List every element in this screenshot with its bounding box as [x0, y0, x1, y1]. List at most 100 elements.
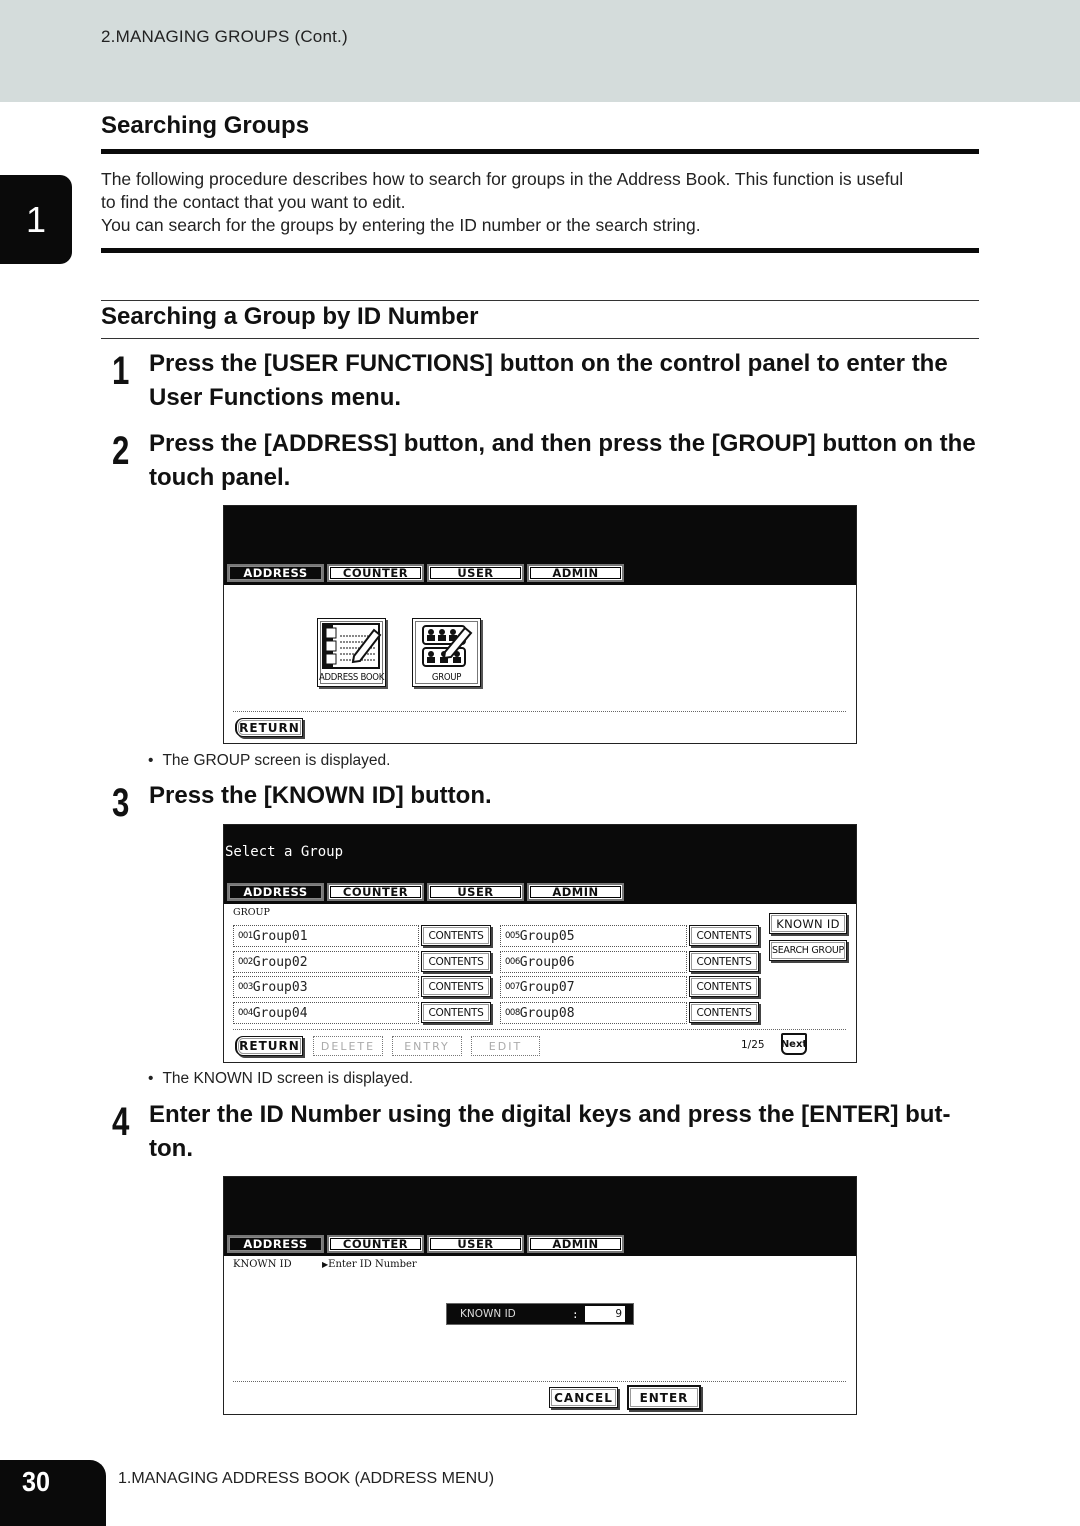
subsection-rule-bottom	[101, 338, 979, 339]
group-icon	[422, 625, 473, 667]
contents-button[interactable]: CONTENTS	[421, 976, 491, 997]
subsection-rule-top	[101, 300, 979, 301]
tab-bar: ADDRESS COUNTER USER ADMIN	[227, 564, 624, 582]
section-intro: The following procedure describes how to…	[101, 168, 981, 237]
group-id: 005	[505, 931, 520, 941]
step-text: Press the [USER FUNCTIONS] button on the…	[149, 350, 948, 411]
footer-chapter-title: 1.MANAGING ADDRESS BOOK (ADDRESS MENU)	[118, 1470, 495, 1487]
address-book-button[interactable]: ADDRESS BOOK	[317, 618, 386, 687]
note-known-id-screen: • The KNOWN ID screen is displayed.	[148, 1070, 414, 1087]
known-id-field[interactable]: KNOWN ID : 9	[446, 1303, 634, 1325]
prompt: ▶Enter ID Number	[322, 1259, 417, 1270]
known-id-field-label: KNOWN ID	[460, 1308, 516, 1320]
address-book-label: ADDRESS BOOK	[318, 672, 385, 683]
group-id: 002	[238, 957, 253, 967]
step-number: 2	[112, 429, 130, 473]
group-name: Group03	[252, 979, 308, 995]
step-text: Enter the ID Number using the digital ke…	[149, 1101, 951, 1162]
touch-screen-group-list: Select a Group ADDRESS COUNTER USER ADMI…	[223, 824, 857, 1063]
search-group-button[interactable]: SEARCH GROUP	[769, 940, 847, 961]
group-row[interactable]: 002 Group02	[233, 951, 419, 973]
group-id: 007	[505, 982, 520, 992]
step-text: Press the [KNOWN ID] button.	[149, 782, 492, 809]
known-id-screen-label: KNOWN ID	[233, 1259, 292, 1270]
group-label: GROUP	[431, 672, 462, 683]
next-page-button[interactable]: Next	[781, 1033, 807, 1055]
divider	[233, 1381, 846, 1382]
note-group-screen: • The GROUP screen is displayed.	[148, 752, 391, 769]
edit-button[interactable]: EDIT	[471, 1036, 540, 1056]
group-name: Group07	[519, 979, 575, 995]
group-row[interactable]: 008 Group08	[500, 1002, 687, 1024]
note-text: The KNOWN ID screen is displayed.	[162, 1070, 414, 1087]
contents-button[interactable]: CONTENTS	[421, 951, 491, 972]
group-id: 003	[238, 982, 253, 992]
tab-admin[interactable]: ADMIN	[527, 564, 624, 582]
known-id-button[interactable]: KNOWN ID	[769, 913, 847, 934]
group-row[interactable]: 006 Group06	[500, 951, 687, 973]
tab-bar: ADDRESS COUNTER USER ADMIN	[227, 1235, 624, 1253]
group-name: Group05	[519, 928, 575, 944]
group-button[interactable]: GROUP	[412, 618, 481, 687]
contents-button[interactable]: CONTENTS	[421, 925, 491, 946]
intro-line: The following procedure describes how to…	[101, 169, 904, 189]
return-button[interactable]: RETURN	[235, 718, 303, 737]
page-indicator: 1/25	[741, 1039, 765, 1051]
enter-button[interactable]: ENTER	[627, 1385, 701, 1410]
touch-screen-known-id: ADDRESS COUNTER USER ADMIN KNOWN ID ▶Ent…	[223, 1176, 857, 1415]
prompt-text: Enter ID Number	[328, 1259, 417, 1270]
entry-button[interactable]: ENTRY	[392, 1036, 462, 1056]
footer-tab	[0, 1460, 106, 1526]
running-title: 2.MANAGING GROUPS (Cont.)	[101, 27, 348, 46]
group-id: 001	[238, 931, 253, 941]
step-number: 3	[112, 781, 130, 825]
touch-screen-address-menu: ADDRESS COUNTER USER ADMIN ADDRESS BOOK	[223, 505, 857, 744]
tab-counter[interactable]: COUNTER	[327, 1235, 424, 1253]
delete-button[interactable]: DELETE	[313, 1036, 383, 1056]
field-colon: :	[572, 1307, 579, 1321]
screen-title: Select a Group	[225, 844, 344, 860]
tab-counter[interactable]: COUNTER	[327, 564, 424, 582]
intro-line: You can search for the groups by enterin…	[101, 215, 701, 235]
divider	[233, 1029, 846, 1030]
tab-user[interactable]: USER	[427, 1235, 524, 1253]
contents-button[interactable]: CONTENTS	[689, 976, 759, 997]
return-button[interactable]: RETURN	[235, 1036, 303, 1056]
step-number: 4	[112, 1100, 130, 1144]
group-id: 008	[505, 1008, 520, 1018]
tab-user[interactable]: USER	[427, 564, 524, 582]
section-title: Searching Groups	[101, 112, 310, 139]
cancel-button[interactable]: CANCEL	[549, 1387, 618, 1408]
contents-button[interactable]: CONTENTS	[689, 951, 759, 972]
known-id-input[interactable]: 9	[585, 1306, 625, 1322]
section-rule-bottom	[101, 248, 979, 253]
tab-counter[interactable]: COUNTER	[327, 883, 424, 901]
tab-address[interactable]: ADDRESS	[227, 883, 324, 901]
contents-button[interactable]: CONTENTS	[421, 1002, 491, 1023]
address-book-icon	[322, 623, 382, 669]
group-id: 004	[238, 1008, 253, 1018]
section-rule-top	[101, 149, 979, 154]
group-id: 006	[505, 957, 520, 967]
group-row[interactable]: 003 Group03	[233, 976, 419, 998]
tab-admin[interactable]: ADMIN	[527, 883, 624, 901]
contents-button[interactable]: CONTENTS	[689, 1002, 759, 1023]
group-row[interactable]: 007 Group07	[500, 976, 687, 998]
note-text: The GROUP screen is displayed.	[162, 752, 391, 769]
tab-user[interactable]: USER	[427, 883, 524, 901]
header-band	[0, 0, 1080, 102]
group-row[interactable]: 004 Group04	[233, 1002, 419, 1024]
group-section-label: GROUP	[233, 907, 270, 918]
tab-bar: ADDRESS COUNTER USER ADMIN	[227, 883, 624, 901]
chapter-tab: 1	[0, 175, 72, 264]
group-row[interactable]: 005 Group05	[500, 925, 687, 947]
tab-address[interactable]: ADDRESS	[227, 564, 324, 582]
contents-button[interactable]: CONTENTS	[689, 925, 759, 946]
step-number: 1	[112, 349, 130, 393]
group-row[interactable]: 001 Group01	[233, 925, 419, 947]
step-text: Press the [ADDRESS] button, and then pre…	[149, 430, 976, 491]
group-name: Group06	[519, 954, 575, 970]
group-name: Group02	[252, 954, 308, 970]
tab-admin[interactable]: ADMIN	[527, 1235, 624, 1253]
tab-address[interactable]: ADDRESS	[227, 1235, 324, 1253]
